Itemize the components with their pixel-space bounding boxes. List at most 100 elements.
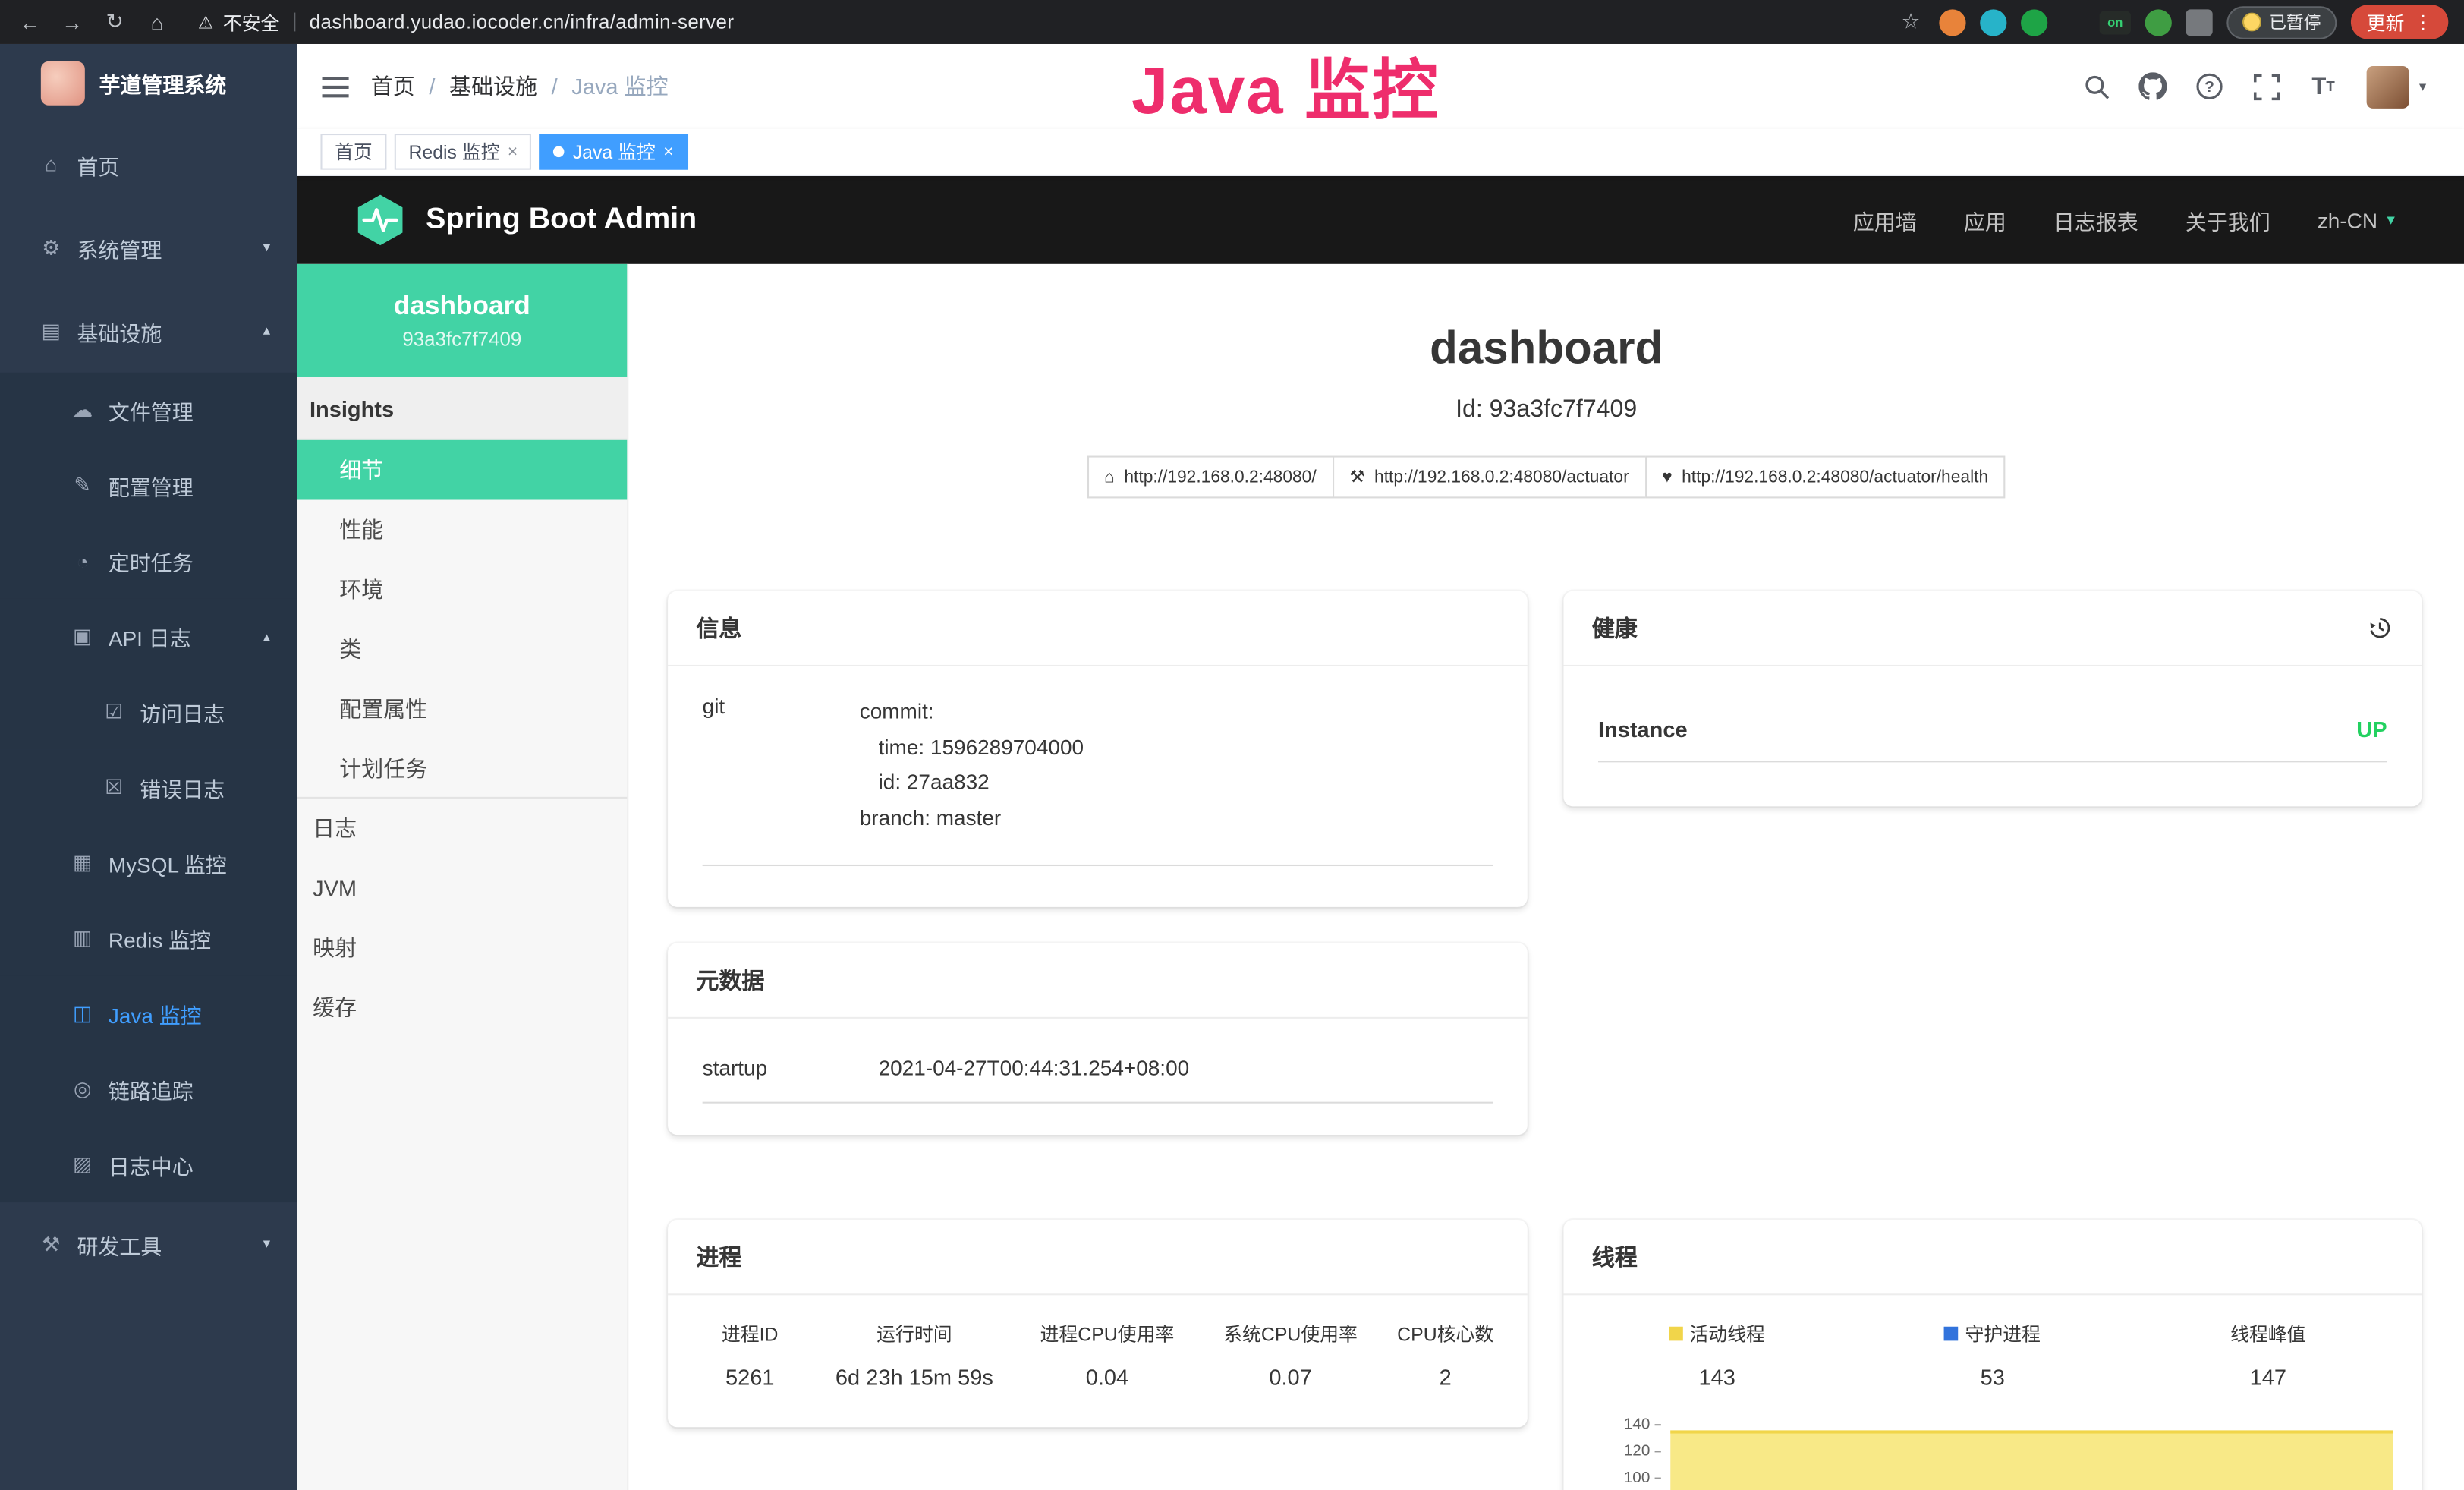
main-column: 首页 / 基础设施 / Java 监控 ? TT ▾ (297, 44, 2464, 1490)
active-threads-swatch (1669, 1327, 1684, 1341)
fullscreen-icon[interactable] (2251, 71, 2282, 102)
sba-item-jvm[interactable]: JVM (297, 858, 627, 918)
sba-item-classes[interactable]: 类 (297, 619, 627, 679)
tick-label: 100 (1624, 1469, 1651, 1486)
svg-text:?: ? (2205, 78, 2215, 96)
help-icon[interactable]: ? (2195, 71, 2226, 102)
breadcrumb-separator: / (429, 74, 435, 99)
menu-item-log-center[interactable]: ▨ 日志中心 (0, 1127, 297, 1202)
nav-journal[interactable]: 日志报表 (2053, 204, 2138, 235)
tab-home[interactable]: 首页 (320, 134, 386, 170)
paused-extensions-badge[interactable]: 已暂停 (2226, 5, 2337, 38)
sba-item-mappings[interactable]: 映射 (297, 918, 627, 978)
metadata-card-body: startup 2021-04-27T00:44:31.254+08:00 (668, 1019, 1528, 1135)
service-url-link[interactable]: ⌂ http://192.168.0.2:48080/ (1087, 456, 1333, 499)
menu-item-trace[interactable]: ◎ 链路追踪 (0, 1051, 297, 1126)
sba-main: dashboard Id: 93a3fc7f7409 ⌂ http://192.… (628, 264, 2464, 1490)
menu-label: API 日志 (109, 621, 191, 652)
browser-home-icon[interactable]: ⌂ (143, 10, 171, 33)
legend-active-threads: 活动线程 (1579, 1320, 1855, 1347)
forward-icon[interactable]: → (58, 10, 87, 33)
gear-icon: ⚙ (39, 235, 63, 260)
app-logo[interactable]: 芋道管理系统 (0, 44, 297, 123)
sba-item-logs[interactable]: 日志 (297, 799, 627, 858)
info-line: branch: master (860, 801, 1084, 836)
metadata-key: startup (703, 1057, 879, 1080)
spring-boot-admin-logo[interactable] (354, 194, 407, 247)
nav-applications[interactable]: 应用 (1964, 204, 2006, 235)
tick-mark (1655, 1450, 1661, 1451)
tab-java-monitor[interactable]: Java 监控 × (540, 134, 688, 170)
close-icon[interactable]: × (508, 142, 518, 161)
y-axis-tick: 140 (1579, 1416, 1661, 1432)
extension-icon[interactable] (1939, 8, 1965, 35)
extension-grid-icon[interactable] (2062, 10, 2085, 33)
menu-item-api-logs[interactable]: ▣ API 日志 ▴ (0, 599, 297, 674)
menu-item-home[interactable]: ⌂ 首页 (0, 123, 297, 206)
menu-item-file-management[interactable]: ☁ 文件管理 (0, 373, 297, 448)
reload-icon[interactable]: ↻ (101, 9, 129, 34)
link-url: http://192.168.0.2:48080/actuator/health (1682, 468, 1988, 487)
sba-item-details[interactable]: 细节 (297, 440, 627, 500)
chevron-down-icon: ▾ (263, 1236, 270, 1253)
nav-wall[interactable]: 应用墙 (1853, 204, 1917, 235)
sba-item-environment[interactable]: 环境 (297, 559, 627, 619)
security-label[interactable]: 不安全 (223, 8, 280, 35)
history-icon[interactable] (2367, 615, 2393, 641)
health-url-link[interactable]: ♥ http://192.168.0.2:48080/actuator/heal… (1644, 456, 2006, 499)
sba-item-scheduled-tasks[interactable]: 计划任务 (297, 739, 627, 799)
sba-item-caches[interactable]: 缓存 (297, 978, 627, 1038)
nav-about[interactable]: 关于我们 (2186, 204, 2270, 235)
process-table: 进程ID 5261 运行时间 6d 23h 15m 59s 进程CPU使用率 0… (668, 1295, 1528, 1427)
user-avatar[interactable] (2368, 65, 2410, 108)
sba-item-config-properties[interactable]: 配置属性 (297, 679, 627, 739)
menu-label: 定时任务 (109, 546, 194, 577)
menu-item-access-logs[interactable]: ☑ 访问日志 (0, 674, 297, 749)
breadcrumb-infrastructure[interactable]: 基础设施 (449, 71, 537, 102)
sba-instance-block[interactable]: dashboard 93a3fc7f7409 (297, 264, 627, 377)
menu-item-java-monitor[interactable]: ◫ Java 监控 (0, 976, 297, 1051)
back-icon[interactable]: ← (16, 10, 44, 33)
hamburger-icon[interactable] (323, 74, 349, 98)
sba-item-performance[interactable]: 性能 (297, 500, 627, 560)
redis-icon: ▥ (71, 926, 94, 951)
url-text[interactable]: dashboard.yudao.iocoder.cn/infra/admin-s… (310, 11, 735, 33)
menu-item-error-logs[interactable]: ☒ 错误日志 (0, 750, 297, 825)
menu-label: 配置管理 (109, 470, 194, 501)
tick-label: 120 (1624, 1442, 1651, 1460)
metadata-card: 元数据 startup 2021-04-27T00:44:31.254+08:0… (668, 943, 1528, 1135)
extension-icon[interactable] (1980, 8, 2006, 35)
health-card-title: 健康 (1592, 612, 1638, 644)
tab-label: Redis 监控 (408, 138, 499, 165)
close-icon[interactable]: × (663, 142, 673, 161)
actuator-url-link[interactable]: ⚒ http://192.168.0.2:48080/actuator (1332, 456, 1646, 499)
extension-icon[interactable] (2021, 8, 2047, 35)
bookmark-star-icon[interactable]: ☆ (1896, 9, 1924, 34)
avatar-caret-icon[interactable]: ▾ (2419, 78, 2426, 96)
chrome-update-button[interactable]: 更新 ⋮ (2351, 5, 2448, 39)
menu-item-system-management[interactable]: ⚙ 系统管理 ▾ (0, 206, 297, 289)
breadcrumb-home[interactable]: 首页 (371, 71, 415, 102)
tab-label: 首页 (335, 138, 373, 165)
info-value: commit: time: 1596289704000 id: 27aa832 … (860, 695, 1084, 836)
search-icon[interactable] (2082, 71, 2113, 102)
address-bar[interactable]: ⚠ 不安全 dashboard.yudao.iocoder.cn/infra/a… (198, 8, 734, 35)
extension-puzzle-icon[interactable] (2186, 8, 2212, 35)
menu-item-config-management[interactable]: ✎ 配置管理 (0, 448, 297, 523)
menu-item-redis-monitor[interactable]: ▥ Redis 监控 (0, 901, 297, 976)
menu-item-mysql-monitor[interactable]: ▦ MySQL 监控 (0, 825, 297, 900)
locale-label: zh-CN (2318, 208, 2377, 232)
extension-icon[interactable] (2145, 8, 2172, 35)
menu-item-infrastructure[interactable]: ▤ 基础设施 ▴ (0, 289, 297, 373)
tab-redis-monitor[interactable]: Redis 监控 × (395, 134, 532, 170)
font-size-icon[interactable]: TT (2308, 71, 2339, 102)
locale-select[interactable]: zh-CN ▾ (2318, 208, 2395, 232)
github-icon[interactable] (2138, 71, 2169, 102)
sba-brand[interactable]: Spring Boot Admin (426, 203, 697, 238)
home-icon: ⌂ (1104, 468, 1115, 487)
menu-item-scheduled-jobs[interactable]: ◔ 定时任务 (0, 524, 297, 599)
menu-item-dev-tools[interactable]: ⚒ 研发工具 ▾ (0, 1202, 297, 1286)
infrastructure-icon: ▤ (39, 318, 63, 343)
proxy-on-badge[interactable]: on (2100, 10, 2131, 33)
edit-icon: ✎ (71, 473, 94, 498)
